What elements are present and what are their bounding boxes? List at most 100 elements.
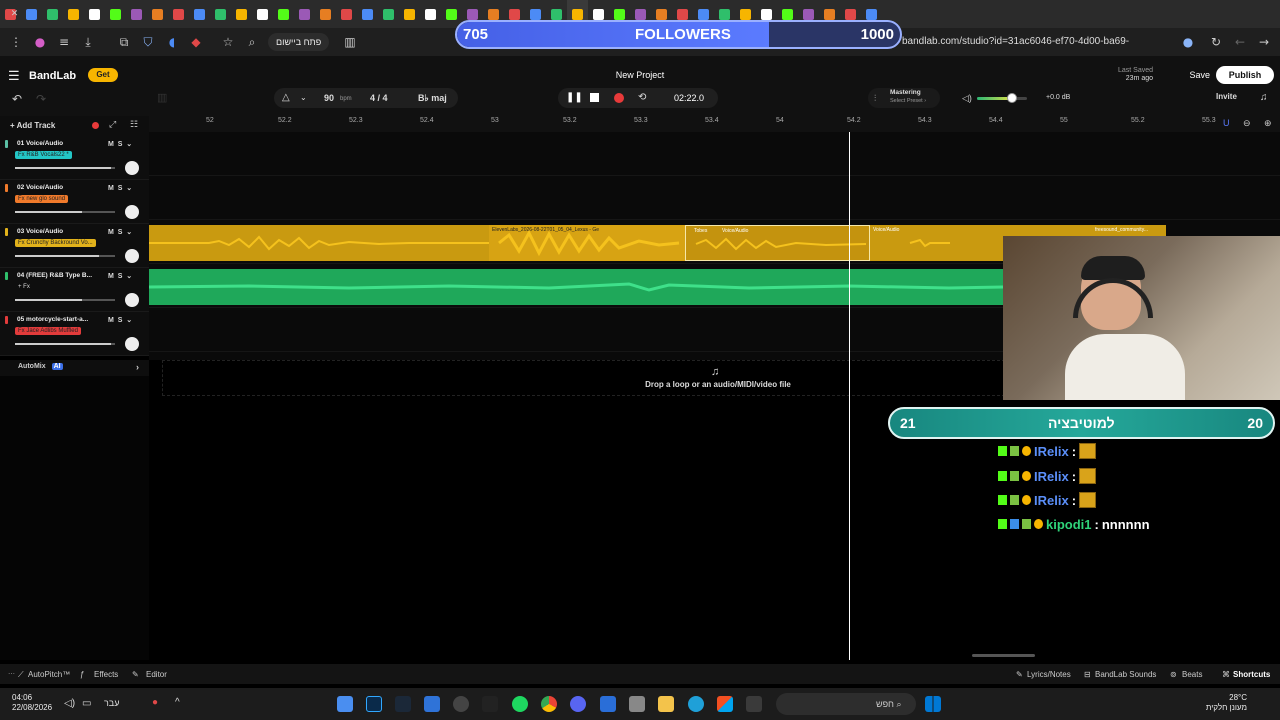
speaker-icon[interactable]: ◁) [962, 93, 972, 104]
mute-solo-buttons[interactable]: M S ⌄ [108, 272, 132, 280]
browser-tab[interactable] [42, 0, 63, 28]
bandlab-logo[interactable]: BandLab [29, 70, 76, 82]
track-header[interactable]: 04 (FREE) R&B Type B... + Fx M S ⌄ [0, 268, 149, 312]
mute-solo-buttons[interactable]: M S ⌄ [108, 228, 132, 236]
tracks-settings-icon[interactable]: ☷ [130, 119, 138, 130]
add-track-button[interactable]: + Add Track [10, 121, 55, 130]
magnet-icon[interactable]: U [1223, 118, 1230, 128]
bell-icon[interactable]: ♫ [1260, 92, 1268, 103]
audio-region[interactable] [149, 225, 489, 261]
mastering-button[interactable]: ⫶ Mastering Select Preset › [868, 88, 940, 108]
taskbar-clock[interactable]: 04:06 22/08/2026 [12, 693, 52, 713]
playhead[interactable] [849, 132, 850, 660]
options-icon[interactable]: ⋯ [8, 670, 15, 678]
app-icon[interactable] [629, 696, 645, 712]
pan-knob[interactable] [125, 249, 139, 263]
mute-solo-buttons[interactable]: M S ⌄ [108, 140, 132, 148]
epic-games-icon[interactable] [482, 696, 498, 712]
track-name[interactable]: 03 Voice/Audio [17, 228, 63, 235]
chrome-icon[interactable] [541, 696, 557, 712]
reload-icon[interactable]: ↻ [1208, 34, 1224, 50]
time-signature[interactable]: 4 / 4 [370, 88, 388, 108]
zoom-out-icon[interactable]: ⊖ [1243, 118, 1251, 129]
timeline-ruler[interactable]: 52 52.2 52.3 52.4 53 53.2 53.3 53.4 54 5… [149, 116, 1280, 132]
profile-icon[interactable]: ● [32, 34, 48, 50]
track-header[interactable]: 01 Voice/Audio Fx R&B Vocals22 * M S ⌄ [0, 136, 149, 180]
record-arm-icon[interactable] [92, 122, 99, 129]
tray-app-icon[interactable]: ● [152, 697, 158, 708]
pan-knob[interactable] [125, 337, 139, 351]
network-icon[interactable]: ▭ [82, 698, 91, 709]
record-button-icon[interactable] [614, 93, 624, 103]
track-lane[interactable] [149, 132, 1280, 176]
metronome-dropdown-icon[interactable]: ⌄ [300, 88, 307, 108]
hamburger-menu-icon[interactable]: ☰ [8, 68, 20, 84]
track-fx-badge[interactable]: Fx R&B Vocals22 * [15, 151, 72, 159]
edge-icon[interactable] [688, 696, 704, 712]
wand-icon[interactable]: ⤢ [109, 119, 116, 130]
track-name[interactable]: 04 (FREE) R&B Type B... [17, 272, 92, 279]
file-explorer-icon[interactable] [658, 696, 674, 712]
chevron-up-icon[interactable]: ^ [175, 697, 180, 708]
browser-tab[interactable] [189, 0, 210, 28]
track-fx-badge[interactable]: + Fx [15, 283, 33, 291]
browser-tab[interactable] [210, 0, 231, 28]
key-signature[interactable]: B♭ maj [418, 88, 447, 108]
outlook-icon[interactable] [600, 696, 616, 712]
discord-icon[interactable] [570, 696, 586, 712]
metronome-icon[interactable]: △ [282, 88, 290, 108]
close-window-icon[interactable]: ✕ [4, 0, 25, 28]
project-title[interactable]: New Project [580, 70, 700, 80]
grid-view-icon[interactable]: ▥ [157, 91, 167, 104]
browser-tab[interactable] [105, 0, 126, 28]
master-volume-slider[interactable] [977, 93, 1027, 103]
invite-button[interactable]: Invite [1216, 92, 1237, 101]
automix-row[interactable]: AutoMix AI › [0, 360, 149, 376]
publish-button[interactable]: Publish [1216, 66, 1274, 84]
track-volume-slider[interactable] [15, 167, 115, 169]
pan-knob[interactable] [125, 205, 139, 219]
browser-tab[interactable] [420, 0, 441, 28]
mute-solo-buttons[interactable]: M S ⌄ [108, 184, 132, 192]
track-header[interactable]: 02 Voice/Audio Fx new glo sound M S ⌄ [0, 180, 149, 224]
audio-region-selected[interactable]: Tobes Voice/Audio [685, 225, 870, 261]
store-icon[interactable] [717, 696, 733, 712]
browser-tab[interactable] [84, 0, 105, 28]
mute-solo-buttons[interactable]: M S ⌄ [108, 316, 132, 324]
forward-icon[interactable]: ← [1232, 34, 1248, 50]
editor-button[interactable]: Editor [146, 670, 167, 679]
shield-icon[interactable]: ⛉ [140, 34, 156, 50]
reading-mode-icon[interactable]: ▥ [342, 34, 358, 50]
audio-region[interactable]: ElevenLabs_2026-08-22T01_05_04_Lexus - G… [489, 225, 685, 261]
browser-tab[interactable] [378, 0, 399, 28]
track-lane[interactable] [149, 176, 1280, 220]
browser-tab[interactable] [357, 0, 378, 28]
weather-widget[interactable]: 28°C מעונן חלקית [1205, 693, 1247, 713]
track-header[interactable]: 03 Voice/Audio Fx Crunchy Backround Vo..… [0, 224, 149, 268]
track-name[interactable]: 02 Voice/Audio [17, 184, 63, 191]
notepad-icon[interactable] [424, 696, 440, 712]
save-button[interactable]: Save [1166, 66, 1210, 84]
browser-tab[interactable] [168, 0, 189, 28]
redo-icon[interactable]: ↷ [36, 92, 46, 106]
zoom-icon[interactable]: ⌕ [244, 34, 260, 50]
horizontal-scrollbar[interactable] [972, 654, 1035, 657]
open-in-app-button[interactable]: פתח ביישום [268, 33, 330, 51]
lyrics-notes-button[interactable]: Lyrics/Notes [1027, 670, 1071, 679]
track-volume-slider[interactable] [15, 211, 115, 213]
track-fx-badge[interactable]: Fx Crunchy Backround Vo... [15, 239, 96, 247]
browser-tab[interactable] [399, 0, 420, 28]
track-header[interactable]: 05 motorcycle-start-a... Fx Jace Adlibs … [0, 312, 149, 356]
browser-tab[interactable] [126, 0, 147, 28]
effects-button[interactable]: Effects [94, 670, 118, 679]
track-volume-slider[interactable] [15, 299, 115, 301]
pan-knob[interactable] [125, 161, 139, 175]
pan-knob[interactable] [125, 293, 139, 307]
browser-tab[interactable] [63, 0, 84, 28]
record-icon[interactable]: ◆ [188, 34, 204, 50]
beats-button[interactable]: Beats [1182, 670, 1202, 679]
stop-icon[interactable] [590, 93, 599, 102]
playlist-icon[interactable]: ≡ [56, 34, 72, 50]
extensions-icon[interactable]: ⧉ [116, 34, 132, 50]
language-indicator[interactable]: עבר [104, 698, 119, 708]
